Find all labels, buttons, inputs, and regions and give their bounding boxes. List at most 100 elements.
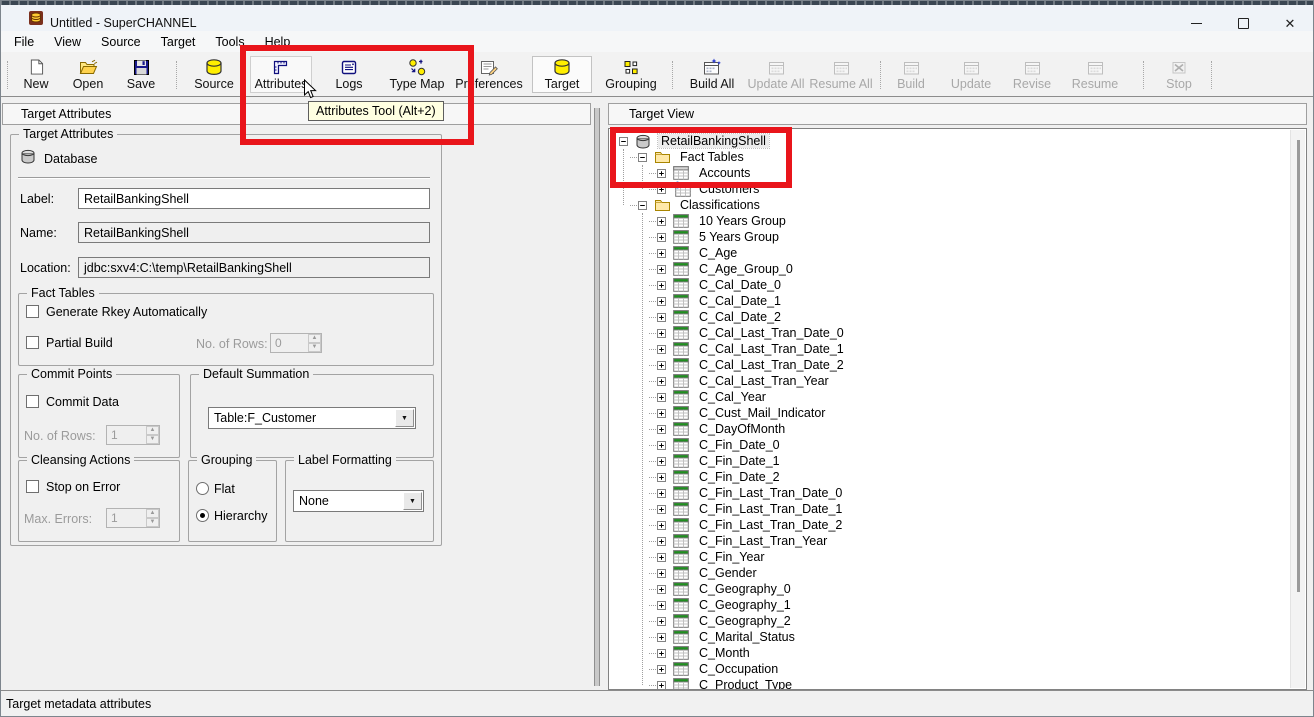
logs-button[interactable]: Logs (324, 56, 374, 93)
expand-icon[interactable] (657, 441, 666, 450)
expand-icon[interactable] (657, 329, 666, 338)
tree-scrollbar[interactable] (1290, 130, 1305, 688)
target-button[interactable]: Target (532, 56, 592, 93)
tree-item[interactable]: C_Fin_Last_Tran_Date_1 (609, 501, 1306, 517)
build-all-button[interactable]: Build All (682, 56, 742, 93)
tree-item[interactable]: Fact Tables (609, 149, 1306, 165)
commit-data-checkbox[interactable] (26, 395, 39, 408)
tree-item[interactable]: C_Fin_Date_0 (609, 437, 1306, 453)
menu-target[interactable]: Target (151, 33, 206, 51)
collapse-icon[interactable] (638, 201, 647, 210)
expand-icon[interactable] (657, 665, 666, 674)
expand-icon[interactable] (657, 217, 666, 226)
chevron-down-icon[interactable]: ▼ (403, 492, 422, 510)
source-button[interactable]: Source (186, 56, 242, 93)
expand-icon[interactable] (657, 377, 666, 386)
tree-item[interactable]: C_Cal_Date_2 (609, 309, 1306, 325)
tree-item[interactable]: C_Age (609, 245, 1306, 261)
open-button[interactable]: Open (64, 56, 112, 93)
expand-icon[interactable] (657, 297, 666, 306)
tree-item[interactable]: Customers (609, 181, 1306, 197)
preferences-button[interactable]: Preferences (452, 56, 526, 93)
tree-item[interactable]: C_Month (609, 645, 1306, 661)
expand-icon[interactable] (657, 313, 666, 322)
tree-item[interactable]: C_Fin_Date_2 (609, 469, 1306, 485)
expand-icon[interactable] (657, 425, 666, 434)
tree-scrollbar-thumb[interactable] (1297, 140, 1300, 592)
expand-icon[interactable] (657, 537, 666, 546)
tree-item[interactable]: C_Cal_Date_1 (609, 293, 1306, 309)
save-button[interactable]: Save (118, 56, 164, 93)
tree-item[interactable]: C_Cal_Last_Tran_Date_2 (609, 357, 1306, 373)
expand-icon[interactable] (657, 265, 666, 274)
tree-item[interactable]: C_Product_Type (609, 677, 1306, 690)
collapse-icon[interactable] (619, 137, 628, 146)
tree-item[interactable]: C_DayOfMonth (609, 421, 1306, 437)
tree-item[interactable]: C_Cal_Last_Tran_Date_0 (609, 325, 1306, 341)
menu-tools[interactable]: Tools (205, 33, 254, 51)
tree-item[interactable]: Accounts (609, 165, 1306, 181)
menu-source[interactable]: Source (91, 33, 151, 51)
tree-item[interactable]: C_Fin_Year (609, 549, 1306, 565)
expand-icon[interactable] (657, 185, 666, 194)
expand-icon[interactable] (657, 633, 666, 642)
tree-item[interactable]: C_Cal_Last_Tran_Date_1 (609, 341, 1306, 357)
tree-item[interactable]: C_Geography_1 (609, 597, 1306, 613)
tree-item[interactable]: C_Cal_Year (609, 389, 1306, 405)
menu-view[interactable]: View (44, 33, 91, 51)
panel-splitter[interactable] (594, 108, 600, 686)
expand-icon[interactable] (657, 409, 666, 418)
expand-icon[interactable] (657, 345, 666, 354)
flat-radio[interactable] (196, 482, 209, 495)
expand-icon[interactable] (657, 553, 666, 562)
tree-item[interactable]: C_Marital_Status (609, 629, 1306, 645)
expand-icon[interactable] (657, 681, 666, 690)
tree-item[interactable]: C_Age_Group_0 (609, 261, 1306, 277)
chevron-down-icon[interactable]: ▼ (395, 409, 414, 427)
expand-icon[interactable] (657, 505, 666, 514)
tree-item[interactable]: C_Fin_Last_Tran_Year (609, 533, 1306, 549)
expand-icon[interactable] (657, 393, 666, 402)
expand-icon[interactable] (657, 457, 666, 466)
menu-help[interactable]: Help (255, 33, 301, 51)
label-field[interactable]: RetailBankingShell (78, 188, 430, 209)
tree-item[interactable]: C_Cal_Last_Tran_Year (609, 373, 1306, 389)
expand-icon[interactable] (657, 489, 666, 498)
generate-rkey-checkbox[interactable] (26, 305, 39, 318)
grouping-button[interactable]: Grouping (598, 56, 664, 93)
tree-item[interactable]: C_Fin_Last_Tran_Date_0 (609, 485, 1306, 501)
collapse-icon[interactable] (638, 153, 647, 162)
expand-icon[interactable] (657, 649, 666, 658)
label-formatting-combo[interactable]: None▼ (293, 490, 424, 512)
expand-icon[interactable] (657, 473, 666, 482)
hierarchy-radio[interactable] (196, 509, 209, 522)
tree-item[interactable]: C_Fin_Last_Tran_Date_2 (609, 517, 1306, 533)
stop-on-error-checkbox[interactable] (26, 480, 39, 493)
expand-icon[interactable] (657, 281, 666, 290)
expand-icon[interactable] (657, 601, 666, 610)
expand-icon[interactable] (657, 521, 666, 530)
expand-icon[interactable] (657, 569, 666, 578)
type-map-button[interactable]: Type Map (386, 56, 448, 93)
partial-build-checkbox[interactable] (26, 336, 39, 349)
menu-file[interactable]: File (4, 33, 44, 51)
tree-item[interactable]: C_Cust_Mail_Indicator (609, 405, 1306, 421)
expand-icon[interactable] (657, 249, 666, 258)
expand-icon[interactable] (657, 585, 666, 594)
tree-item[interactable]: 5 Years Group (609, 229, 1306, 245)
expand-icon[interactable] (657, 169, 666, 178)
tree-item[interactable]: C_Fin_Date_1 (609, 453, 1306, 469)
tree-item[interactable]: C_Geography_0 (609, 581, 1306, 597)
tree-item[interactable]: C_Occupation (609, 661, 1306, 677)
tree-item[interactable]: C_Cal_Date_0 (609, 277, 1306, 293)
new-button[interactable]: New (14, 56, 58, 93)
default-summation-combo[interactable]: Table:F_Customer▼ (208, 407, 416, 429)
tree-item[interactable]: C_Geography_2 (609, 613, 1306, 629)
tree-item[interactable]: 10 Years Group (609, 213, 1306, 229)
tree-item[interactable]: C_Gender (609, 565, 1306, 581)
expand-icon[interactable] (657, 617, 666, 626)
expand-icon[interactable] (657, 361, 666, 370)
expand-icon[interactable] (657, 233, 666, 242)
tree-item[interactable]: Classifications (609, 197, 1306, 213)
tree-item[interactable]: RetailBankingShell (609, 133, 1306, 149)
